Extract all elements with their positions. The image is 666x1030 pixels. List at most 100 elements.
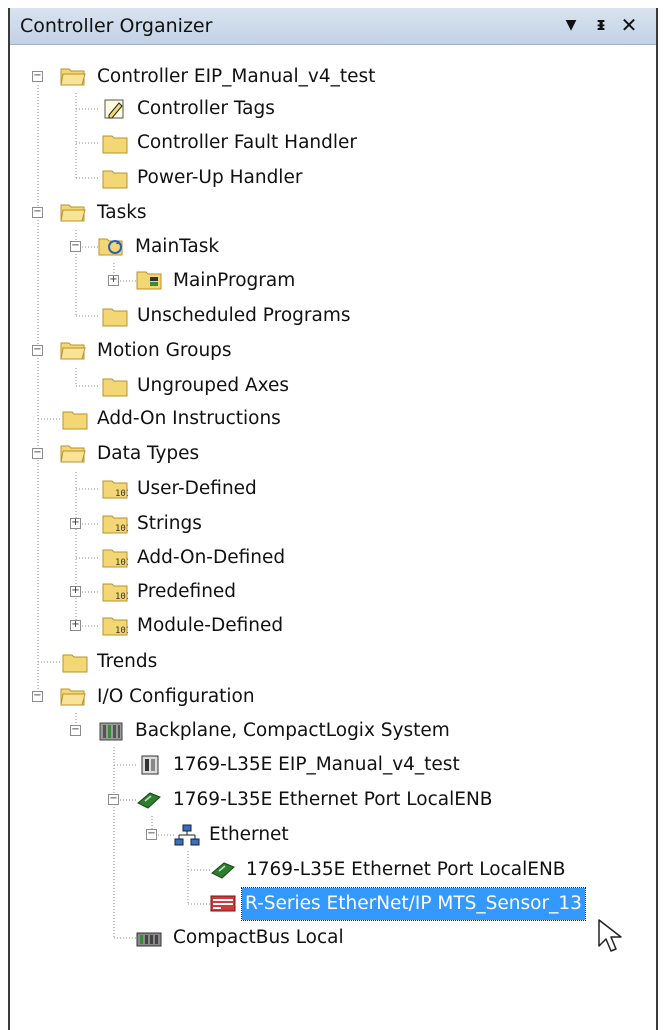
tree-node-tasks[interactable]: − Tasks <box>10 197 656 229</box>
folder-open-icon <box>60 342 86 360</box>
tree-label-controller[interactable]: Controller EIP_Manual_v4_test <box>94 61 378 93</box>
collapse-tasks-expander[interactable]: − <box>32 207 43 218</box>
tree-label-backplane[interactable]: Backplane, CompactLogix System <box>132 715 453 747</box>
datatype-folder-icon: 101 <box>102 583 128 602</box>
tree-node-compactbus[interactable]: CompactBus Local <box>10 922 656 954</box>
tree-node-motion-groups[interactable]: − Motion Groups <box>10 335 656 367</box>
datatype-folder-icon: 101 <box>102 549 128 568</box>
tree-node-powerup-handler[interactable]: Power-Up Handler <box>10 162 656 194</box>
tree-label-ethernet-port-2[interactable]: 1769-L35E Ethernet Port LocalENB <box>243 854 568 886</box>
tree-node-io-configuration[interactable]: − I/O Configuration <box>10 681 656 713</box>
tree-node-main-program[interactable]: + MainProgram <box>10 265 656 297</box>
collapse-controller-expander[interactable]: − <box>32 71 43 82</box>
compactbus-icon <box>136 932 162 947</box>
collapse-datatypes-expander[interactable]: − <box>32 448 43 459</box>
folder-icon <box>102 170 128 189</box>
collapse-backplane-expander[interactable]: − <box>70 725 81 736</box>
expand-predefined-expander[interactable]: + <box>70 586 81 597</box>
collapse-maintask-expander[interactable]: − <box>70 241 81 252</box>
tree-label-io-configuration[interactable]: I/O Configuration <box>94 681 258 713</box>
tree-label-user-defined[interactable]: User-Defined <box>134 473 260 505</box>
task-folder-icon <box>98 238 123 256</box>
datatype-folder-icon: 101 <box>102 515 128 534</box>
tree-node-predefined[interactable]: + 101 Predefined <box>10 576 656 608</box>
tree-node-backplane[interactable]: − Backplane, CompactLogix System <box>10 715 656 747</box>
tree-label-powerup-handler[interactable]: Power-Up Handler <box>134 162 305 194</box>
tree-node-controller[interactable]: − Controller EIP_Manual_v4_test <box>10 61 656 93</box>
tree-node-strings[interactable]: + 101 Strings <box>10 508 656 540</box>
datatype-folder-icon: 101 <box>102 480 128 499</box>
backplane-icon <box>99 722 123 741</box>
tree-label-motion-groups[interactable]: Motion Groups <box>94 335 235 367</box>
network-icon <box>174 824 200 846</box>
dropdown-arrow-icon[interactable]: ▼ <box>560 12 582 38</box>
tree-node-ungrouped-axes[interactable]: Ungrouped Axes <box>10 370 656 402</box>
folder-open-icon <box>60 68 86 86</box>
expand-moduledefined-expander[interactable]: + <box>70 620 81 631</box>
tree-label-predefined[interactable]: Predefined <box>134 576 239 608</box>
tree-node-data-types[interactable]: − Data Types <box>10 438 656 470</box>
tree-label-data-types[interactable]: Data Types <box>94 438 202 470</box>
svg-text:101: 101 <box>115 558 128 568</box>
tree-node-trends[interactable]: Trends <box>10 646 656 678</box>
tree-node-module-defined[interactable]: + 101 Module-Defined <box>10 610 656 642</box>
ethernet-module-icon <box>211 862 235 879</box>
tree-node-ethernet[interactable]: − Ethernet <box>10 819 656 851</box>
tree-node-l35e-controller[interactable]: 1769-L35E EIP_Manual_v4_test <box>10 749 656 781</box>
tree-label-module-defined[interactable]: Module-Defined <box>134 610 286 642</box>
tree-label-l35e-controller[interactable]: 1769-L35E EIP_Manual_v4_test <box>170 749 463 781</box>
collapse-motion-expander[interactable]: − <box>32 345 43 356</box>
tree-node-rseries-sensor[interactable]: R-Series EtherNet/IP MTS_Sensor_13 <box>10 887 656 921</box>
tree-label-fault-handler[interactable]: Controller Fault Handler <box>134 127 360 159</box>
organizer-tree: − Controller EIP_Manual_v4_test Controll… <box>10 45 656 1030</box>
close-icon[interactable]: ✕ <box>618 12 640 38</box>
sensor-module-icon <box>210 895 236 912</box>
tree-label-rseries-sensor[interactable]: R-Series EtherNet/IP MTS_Sensor_13 <box>241 887 586 921</box>
tree-label-ethernet-port[interactable]: 1769-L35E Ethernet Port LocalENB <box>170 784 495 816</box>
tree-node-unscheduled[interactable]: Unscheduled Programs <box>10 300 656 332</box>
tree-node-user-defined[interactable]: 101 User-Defined <box>10 473 656 505</box>
tree-label-main-program[interactable]: MainProgram <box>170 265 298 297</box>
svg-text:101: 101 <box>115 524 128 534</box>
svg-text:101: 101 <box>115 626 128 636</box>
tree-node-main-task[interactable]: − MainTask <box>10 231 656 263</box>
tree-node-ethernet-port-2[interactable]: 1769-L35E Ethernet Port LocalENB <box>10 854 656 886</box>
tree-label-ethernet[interactable]: Ethernet <box>206 819 292 851</box>
expand-mainprogram-expander[interactable]: + <box>108 275 119 286</box>
collapse-ethport-expander[interactable]: − <box>108 794 119 805</box>
tree-label-controller-tags[interactable]: Controller Tags <box>134 93 278 125</box>
svg-text:101: 101 <box>115 489 128 499</box>
folder-open-icon <box>60 204 86 222</box>
tree-node-ethernet-port[interactable]: − 1769-L35E Ethernet Port LocalENB <box>10 784 656 816</box>
program-icon <box>136 271 162 290</box>
tree-label-trends[interactable]: Trends <box>94 646 160 678</box>
mouse-pointer-icon <box>598 919 622 952</box>
tree-label-aoi[interactable]: Add-On Instructions <box>94 403 284 435</box>
folder-open-icon <box>60 688 86 706</box>
tree-label-strings[interactable]: Strings <box>134 508 205 540</box>
tree-node-aoi[interactable]: Add-On Instructions <box>10 403 656 435</box>
tags-icon <box>104 99 124 119</box>
tree-node-fault-handler[interactable]: Controller Fault Handler <box>10 127 656 159</box>
folder-icon <box>102 135 128 154</box>
datatype-folder-icon: 101 <box>102 617 128 636</box>
tree-node-controller-tags[interactable]: Controller Tags <box>10 93 656 125</box>
tree-node-aod[interactable]: 101 Add-On-Defined <box>10 542 656 574</box>
tree-label-unscheduled[interactable]: Unscheduled Programs <box>134 300 354 332</box>
tree-label-main-task[interactable]: MainTask <box>132 231 222 263</box>
ethernet-module-icon <box>137 792 161 809</box>
controller-module-icon <box>141 755 159 775</box>
collapse-ethernet-expander[interactable]: − <box>146 829 157 840</box>
svg-text:101: 101 <box>115 592 128 602</box>
tree-label-ungrouped-axes[interactable]: Ungrouped Axes <box>134 370 292 402</box>
tree-label-compactbus[interactable]: CompactBus Local <box>170 922 347 954</box>
panel-titlebar: Controller Organizer ▼ ᵻ ✕ <box>10 8 656 45</box>
folder-icon <box>102 308 128 327</box>
tree-label-tasks[interactable]: Tasks <box>94 197 150 229</box>
panel-frame: Controller Organizer ▼ ᵻ ✕ − Controller … <box>8 8 658 1030</box>
tree-label-aod[interactable]: Add-On-Defined <box>134 542 288 574</box>
pin-icon[interactable]: ᵻ <box>590 12 612 38</box>
collapse-io-expander[interactable]: − <box>32 691 43 702</box>
expand-strings-expander[interactable]: + <box>70 518 81 529</box>
controller-organizer-panel: Controller Organizer ▼ ᵻ ✕ − Controller … <box>0 0 666 1030</box>
